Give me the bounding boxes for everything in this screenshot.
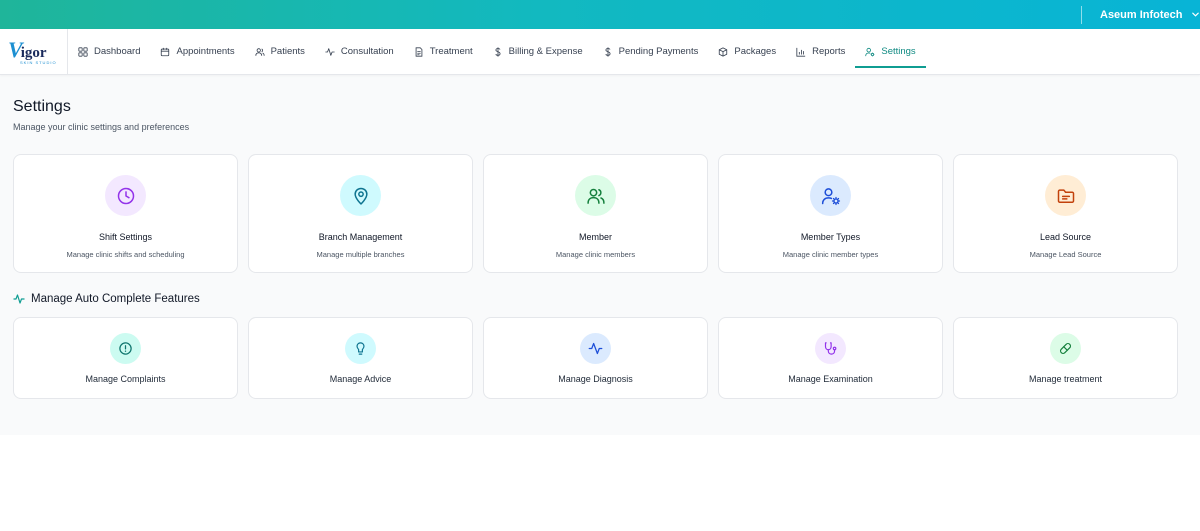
card-icon-badge xyxy=(580,333,611,364)
card-title: Manage treatment xyxy=(1028,374,1103,384)
page-subtitle: Manage your clinic settings and preferen… xyxy=(13,122,190,132)
top-bar: Aseum Infotech xyxy=(0,0,1200,29)
card-title: Shift Settings xyxy=(98,232,153,242)
org-name: Aseum Infotech xyxy=(1100,8,1183,21)
activity-icon xyxy=(588,342,603,355)
document-icon xyxy=(415,46,423,57)
card-description: Manage multiple branches xyxy=(316,250,405,259)
card-icon-badge xyxy=(575,175,616,216)
card-manage-diagnosis[interactable]: Manage Diagnosis xyxy=(483,317,708,399)
card-title: Member xyxy=(578,232,612,242)
card-title: Branch Management xyxy=(318,232,403,242)
nav-label: Dashboard xyxy=(94,46,141,57)
clock-icon xyxy=(117,187,134,204)
card-icon-badge xyxy=(1050,333,1081,364)
nav-label: Treatment xyxy=(429,46,473,57)
logo-wordmark: igor xyxy=(20,44,47,61)
nav-item-reports[interactable]: Reports xyxy=(786,29,855,74)
nav-label: Billing & Expense xyxy=(508,46,583,57)
card-icon-badge xyxy=(810,175,851,216)
card-lead-source[interactable]: Lead Source Manage Lead Source xyxy=(953,154,1178,273)
card-description: Manage clinic member types xyxy=(782,250,879,259)
user-gear-icon xyxy=(865,47,875,56)
nav-item-packages[interactable]: Packages xyxy=(708,29,786,74)
card-title: Manage Examination xyxy=(788,374,873,384)
pill-icon xyxy=(1059,342,1072,355)
nav-menu: Dashboard Appointments Patients Consulta… xyxy=(68,29,927,74)
activity-icon xyxy=(325,47,335,56)
nav-item-settings[interactable]: Settings xyxy=(855,29,927,74)
nav-item-treatment[interactable]: Treatment xyxy=(404,29,483,74)
alert-circle-icon xyxy=(119,342,132,355)
nav-label: Appointments xyxy=(176,46,235,57)
card-description: Manage clinic shifts and scheduling xyxy=(66,250,185,259)
dollar-icon xyxy=(604,46,611,57)
users-icon xyxy=(586,188,605,204)
card-icon-badge xyxy=(110,333,141,364)
brand-logo[interactable]: V igor SKIN STUDIO xyxy=(0,29,68,74)
card-manage-complaints[interactable]: Manage Complaints xyxy=(13,317,238,399)
user-gear-icon xyxy=(821,187,840,205)
card-description: Manage Lead Source xyxy=(1029,250,1102,259)
calendar-icon xyxy=(161,47,170,56)
card-icon-badge xyxy=(1045,175,1086,216)
chevron-down-icon xyxy=(1191,12,1199,17)
grid-icon xyxy=(78,46,88,57)
map-pin-icon xyxy=(353,187,368,205)
settings-main: Settings Manage your clinic settings and… xyxy=(0,75,1200,435)
card-manage-examination[interactable]: Manage Examination xyxy=(718,317,943,399)
autocomplete-card-grid: Manage Complaints Manage Advice Manage D… xyxy=(13,317,1187,399)
card-title: Manage Complaints xyxy=(85,374,166,384)
nav-item-dashboard[interactable]: Dashboard xyxy=(68,29,150,74)
nav-item-pending-payments[interactable]: Pending Payments xyxy=(593,29,709,74)
nav-label: Patients xyxy=(270,46,305,57)
nav-label: Reports xyxy=(812,46,846,57)
card-manage-advice[interactable]: Manage Advice xyxy=(248,317,473,399)
folder-icon xyxy=(1057,188,1074,203)
box-icon xyxy=(719,46,728,57)
nav-label: Pending Payments xyxy=(618,46,699,57)
nav-item-billing[interactable]: Billing & Expense xyxy=(483,29,593,74)
autocomplete-section-heading: Manage Auto Complete Features xyxy=(13,293,1187,305)
nav-label: Settings xyxy=(881,46,916,57)
section-title: Manage Auto Complete Features xyxy=(31,293,200,305)
card-title: Member Types xyxy=(800,232,861,242)
card-title: Lead Source xyxy=(1039,232,1092,242)
card-member-types[interactable]: Member Types Manage clinic member types xyxy=(718,154,943,273)
nav-item-consultation[interactable]: Consultation xyxy=(315,29,404,74)
topbar-divider xyxy=(1081,6,1082,24)
card-title: Manage Diagnosis xyxy=(558,374,633,384)
nav-label: Consultation xyxy=(340,46,394,57)
logo-tagline: SKIN STUDIO xyxy=(20,59,57,65)
main-navbar: V igor SKIN STUDIO Dashboard Appointment… xyxy=(0,29,1200,75)
nav-item-patients[interactable]: Patients xyxy=(245,29,315,74)
lightbulb-icon xyxy=(356,342,365,355)
bar-chart-icon xyxy=(796,47,806,57)
card-icon-badge xyxy=(815,333,846,364)
card-branch-management[interactable]: Branch Management Manage multiple branch… xyxy=(248,154,473,273)
stethoscope-icon xyxy=(824,342,837,355)
card-icon-badge xyxy=(345,333,376,364)
nav-label: Packages xyxy=(734,46,777,57)
settings-card-grid: Shift Settings Manage clinic shifts and … xyxy=(13,154,1187,273)
nav-item-appointments[interactable]: Appointments xyxy=(150,29,244,74)
card-member[interactable]: Member Manage clinic members xyxy=(483,154,708,273)
card-manage-treatment[interactable]: Manage treatment xyxy=(953,317,1178,399)
page-title: Settings xyxy=(13,98,71,115)
card-title: Manage Advice xyxy=(329,374,392,384)
dollar-icon xyxy=(495,46,501,57)
activity-icon xyxy=(13,294,25,304)
card-icon-badge xyxy=(340,175,381,216)
org-switcher[interactable]: Aseum Infotech xyxy=(1100,0,1200,29)
card-shift-settings[interactable]: Shift Settings Manage clinic shifts and … xyxy=(13,154,238,273)
users-icon xyxy=(254,47,265,56)
card-icon-badge xyxy=(105,175,146,216)
card-description: Manage clinic members xyxy=(555,250,636,259)
